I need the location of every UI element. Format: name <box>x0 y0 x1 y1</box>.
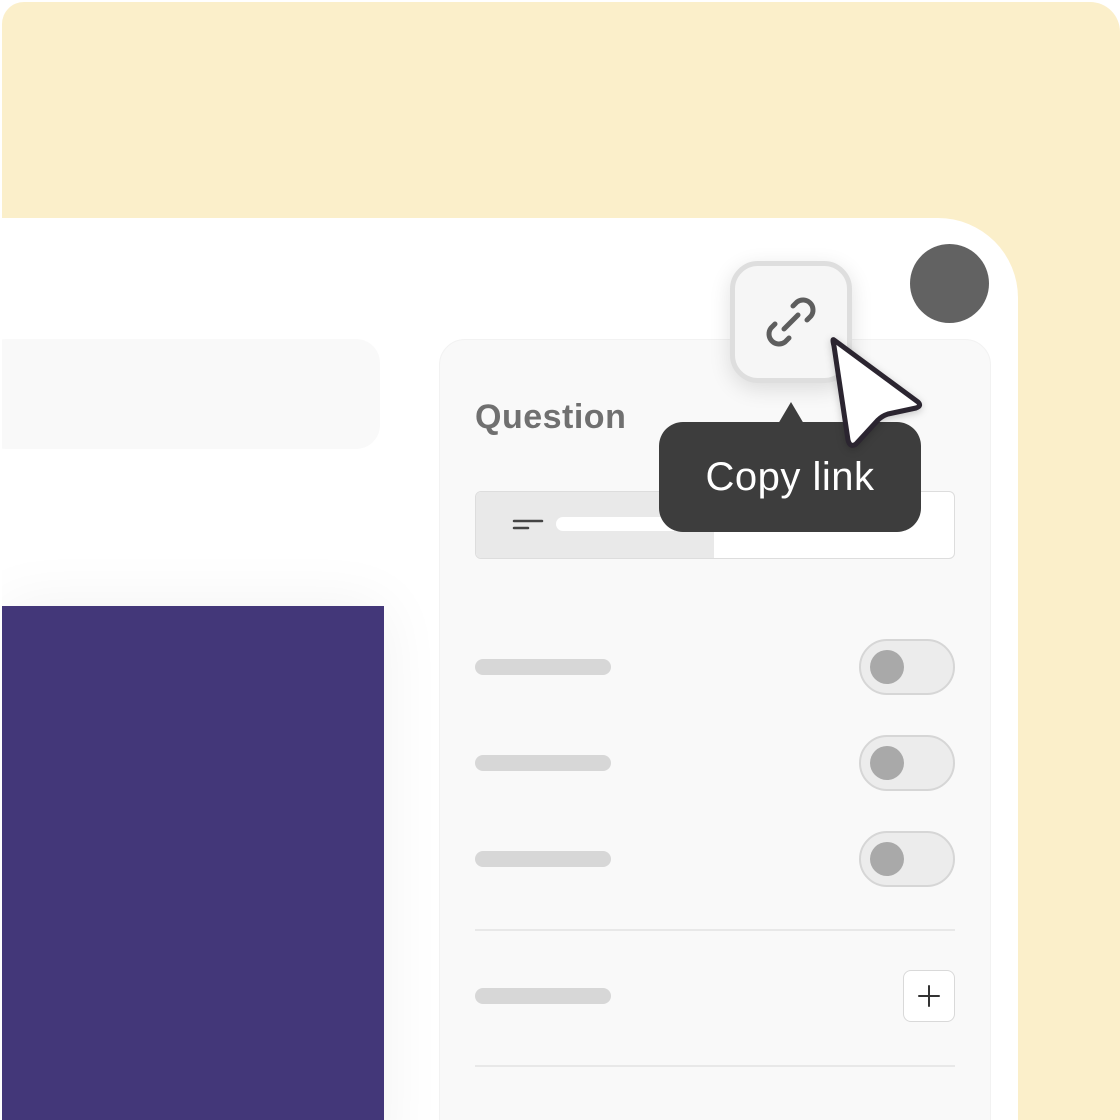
divider <box>475 929 955 931</box>
add-label-placeholder <box>475 988 611 1004</box>
media-preview <box>2 606 384 1120</box>
setting-toggle[interactable] <box>859 639 955 695</box>
tooltip-text: Copy link <box>705 454 875 499</box>
setting-label-placeholder <box>475 851 611 867</box>
toggle-knob <box>870 650 904 684</box>
panel-title: Question <box>475 398 627 436</box>
add-button[interactable] <box>903 970 955 1022</box>
setting-row <box>475 639 955 695</box>
toggle-knob <box>870 746 904 780</box>
link-icon <box>766 297 816 347</box>
setting-toggle[interactable] <box>859 735 955 791</box>
search-bar[interactable] <box>2 339 380 449</box>
divider <box>475 1065 955 1067</box>
setting-row <box>475 735 955 791</box>
app-frame: Question <box>2 2 1120 1120</box>
toggle-knob <box>870 842 904 876</box>
setting-label-placeholder <box>475 755 611 771</box>
setting-row <box>475 831 955 887</box>
plus-icon <box>917 984 940 1007</box>
cursor-pointer-icon <box>830 337 923 448</box>
setting-toggle[interactable] <box>859 831 955 887</box>
add-row <box>475 968 955 1024</box>
setting-label-placeholder <box>475 659 611 675</box>
user-avatar[interactable] <box>910 244 989 323</box>
align-left-icon <box>512 519 544 530</box>
tooltip-arrow <box>778 402 804 424</box>
